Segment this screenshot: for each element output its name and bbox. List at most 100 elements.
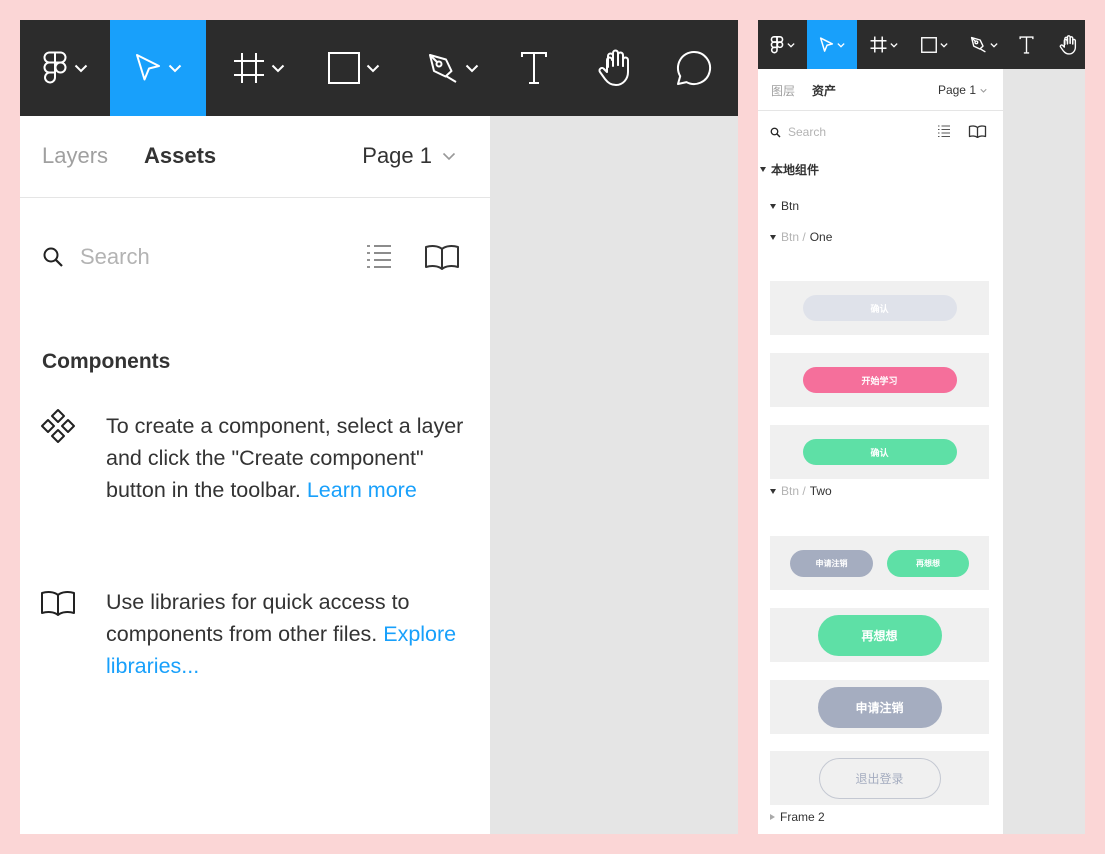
figma-logo-icon xyxy=(43,51,67,84)
chevron-down-icon xyxy=(366,64,380,73)
local-components-label: 本地组件 xyxy=(771,163,820,177)
component-card-think-again[interactable]: 再想想 xyxy=(770,608,989,662)
search-icon xyxy=(770,127,781,138)
team-library-icon[interactable] xyxy=(968,125,987,138)
think-again-button: 再想想 xyxy=(817,614,942,656)
tab-assets[interactable]: Assets xyxy=(144,143,216,169)
hand-tool-button[interactable] xyxy=(1054,20,1082,69)
rectangle-tool-button[interactable] xyxy=(914,20,954,69)
chevron-down-icon xyxy=(465,64,479,73)
main-menu-button[interactable] xyxy=(758,20,806,69)
create-component-tip: To create a component, select a layer an… xyxy=(106,410,466,506)
comment-tool-icon xyxy=(676,50,712,85)
rectangle-tool-icon xyxy=(920,36,937,53)
move-tool-icon xyxy=(136,54,160,81)
chevron-down-icon xyxy=(890,42,898,48)
chevron-down-icon xyxy=(837,42,845,48)
rectangle-tool-icon xyxy=(328,52,360,84)
rectangle-tool-button[interactable] xyxy=(314,20,394,116)
sidebar-tabs: Layers Assets Page 1 xyxy=(20,116,490,198)
list-view-icon[interactable] xyxy=(937,125,951,137)
search-input[interactable] xyxy=(80,240,350,274)
frame-tool-button[interactable] xyxy=(864,20,904,69)
text-tool-icon xyxy=(1018,35,1034,54)
component-card-confirm-green[interactable]: 确认 xyxy=(770,425,989,479)
component-icon xyxy=(41,409,75,443)
hand-tool-icon xyxy=(1059,34,1077,55)
btn-group-label: Btn xyxy=(781,199,800,213)
component-card-confirm-gray[interactable]: 确认 xyxy=(770,281,989,335)
sidebar-tabs: 图层 资产 Page 1 xyxy=(758,69,1003,111)
frame-tool-button[interactable] xyxy=(216,20,302,116)
move-tool-button[interactable] xyxy=(110,20,206,116)
local-components-group[interactable]: 本地组件 xyxy=(760,161,819,178)
btn-one-group[interactable]: Btn / One xyxy=(770,230,832,244)
learn-more-link[interactable]: Learn more xyxy=(307,478,417,502)
pen-tool-button[interactable] xyxy=(414,20,492,116)
confirm-gray-button: 确认 xyxy=(802,295,957,321)
chevron-down-icon xyxy=(786,42,795,48)
logout-button: 退出登录 xyxy=(818,757,941,799)
think-again-small-button: 再想想 xyxy=(887,549,969,577)
tab-layers[interactable]: Layers xyxy=(42,143,108,169)
page-selector-label: Page 1 xyxy=(937,83,976,97)
caret-down-icon xyxy=(770,203,776,209)
confirm-green-button: 确认 xyxy=(802,439,957,465)
main-menu-button[interactable] xyxy=(20,20,110,116)
btn-two-label: Two xyxy=(809,484,832,498)
left-sidebar: Layers Assets Page 1 Components To creat… xyxy=(20,116,490,834)
chevron-down-icon xyxy=(168,64,182,73)
chevron-down-icon xyxy=(980,88,987,93)
frame2-label: Frame 2 xyxy=(780,810,825,824)
chevron-down-icon xyxy=(271,64,285,73)
pen-tool-icon xyxy=(970,36,986,53)
caret-right-icon xyxy=(770,814,775,820)
frame-tool-icon xyxy=(234,53,264,83)
move-tool-icon xyxy=(819,36,834,52)
chevron-down-icon xyxy=(990,42,998,48)
tab-assets[interactable]: 资产 xyxy=(812,82,836,99)
component-card-start-learning[interactable]: 开始学习 xyxy=(770,353,989,407)
team-library-icon[interactable] xyxy=(424,244,460,270)
btn-group[interactable]: Btn xyxy=(770,199,799,213)
page-selector[interactable]: Page 1 xyxy=(938,83,987,97)
chevron-down-icon xyxy=(74,64,88,73)
libraries-tip-text: Use libraries for quick access to compon… xyxy=(106,590,410,646)
right-sidebar: 图层 资产 Page 1 本地组件 Btn xyxy=(758,69,1003,834)
main-toolbar-small xyxy=(758,20,1085,69)
search-icon xyxy=(43,247,63,267)
caret-down-icon xyxy=(770,488,776,494)
components-section-title: Components xyxy=(42,350,171,373)
caret-down-icon xyxy=(770,234,776,240)
libraries-tip: Use libraries for quick access to compon… xyxy=(106,586,466,682)
assets-panel-large: Layers Assets Page 1 Components To creat… xyxy=(20,20,738,834)
component-card-button-pair[interactable]: 申请注销 再想想 xyxy=(770,536,989,590)
move-tool-button[interactable] xyxy=(807,20,857,69)
hand-tool-button[interactable] xyxy=(586,20,642,116)
main-toolbar xyxy=(20,20,738,116)
page-selector[interactable]: Page 1 xyxy=(362,143,456,169)
pen-tool-button[interactable] xyxy=(964,20,1004,69)
caret-down-icon xyxy=(760,167,766,172)
frame-tool-icon xyxy=(870,36,887,53)
assets-panel-small: 图层 资产 Page 1 本地组件 Btn xyxy=(758,20,1085,834)
component-card-apply-cancel[interactable]: 申请注销 xyxy=(770,680,989,734)
text-tool-button[interactable] xyxy=(1014,20,1038,69)
frame2-item[interactable]: Frame 2 xyxy=(770,810,825,824)
library-icon xyxy=(41,591,75,616)
text-tool-button[interactable] xyxy=(508,20,560,116)
page-selector-label: Page 1 xyxy=(362,143,432,168)
component-card-logout[interactable]: 退出登录 xyxy=(770,751,989,805)
btn-two-group[interactable]: Btn / Two xyxy=(770,484,832,498)
chevron-down-icon xyxy=(442,152,456,161)
search-input[interactable] xyxy=(788,123,908,141)
tab-layers[interactable]: 图层 xyxy=(771,82,795,99)
text-tool-icon xyxy=(521,52,547,84)
apply-cancel-button: 申请注销 xyxy=(817,686,942,728)
btn-one-prefix: Btn / xyxy=(781,230,806,244)
pen-tool-icon xyxy=(429,54,457,83)
list-view-icon[interactable] xyxy=(366,244,392,268)
comment-tool-button[interactable] xyxy=(666,20,722,116)
figma-logo-icon xyxy=(770,35,783,53)
btn-two-prefix: Btn / xyxy=(781,484,806,498)
